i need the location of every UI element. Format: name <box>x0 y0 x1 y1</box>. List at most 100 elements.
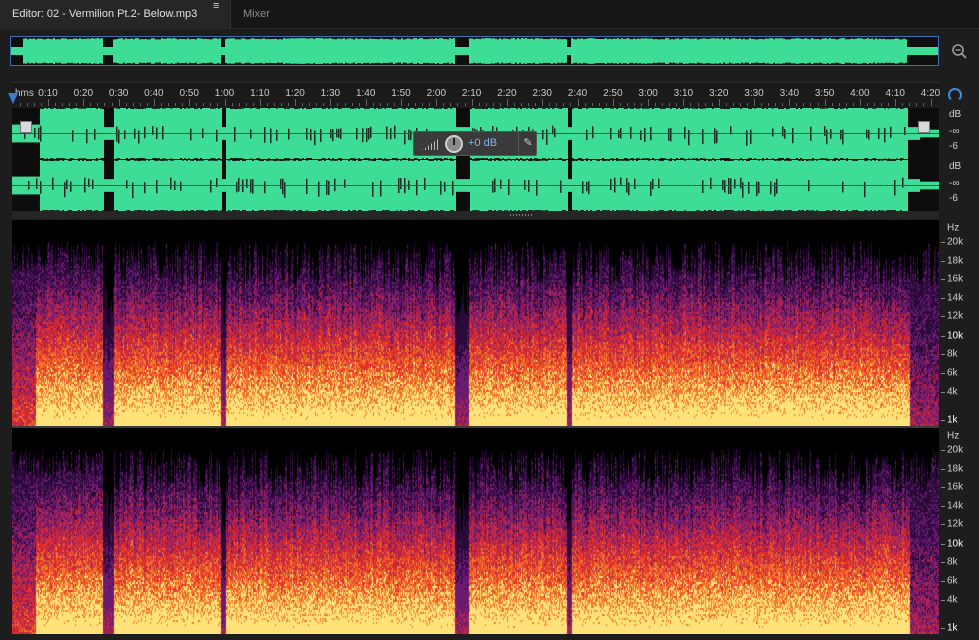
spectral-display-left[interactable] <box>12 220 939 426</box>
ruler-tick <box>789 99 791 106</box>
waveform-gap <box>938 189 940 211</box>
waveform-gap <box>162 108 164 109</box>
waveform-gap <box>900 108 902 109</box>
overview-gap <box>601 62 603 65</box>
waveform-gap <box>50 108 52 109</box>
waveform-gap <box>354 158 356 159</box>
waveform-gap <box>866 108 868 109</box>
waveform-gap <box>408 160 410 161</box>
time-ruler[interactable]: hms 0:10 0:20 0:30 0:40 0:50 1:00 1:10 1:20 1:30… <box>11 82 940 106</box>
overview-gap <box>823 63 825 65</box>
gain-knob[interactable] <box>445 135 463 153</box>
waveform-gap <box>212 108 214 109</box>
pin-icon[interactable]: ✎ <box>518 132 537 155</box>
waveform-gap <box>738 160 740 161</box>
overview-gap <box>181 63 183 65</box>
overview-gap <box>251 63 253 65</box>
overview-gap <box>317 63 319 65</box>
waveform-gap <box>298 158 300 159</box>
hz-unit-label: Hz <box>947 222 960 234</box>
overview-gap <box>11 37 13 47</box>
waveform-gap <box>278 160 280 161</box>
overview-gap <box>537 63 539 65</box>
overview-gap <box>919 55 921 65</box>
overview-gap <box>607 37 609 40</box>
overview-gap <box>315 63 317 65</box>
overview-gap <box>89 63 91 65</box>
tab-menu-icon[interactable]: ≡ <box>213 0 219 12</box>
waveform-gap <box>170 158 172 159</box>
waveform-gap <box>46 158 48 159</box>
overview-gap <box>545 62 547 65</box>
overview-gap <box>715 63 717 65</box>
waveform-gap <box>892 160 894 161</box>
overview-gap <box>569 55 571 65</box>
waveform-gap <box>60 158 62 159</box>
waveform-transient <box>776 178 778 194</box>
tab-editor[interactable]: Editor: 02 - Vermilion Pt.2- Below.mp3 <box>0 0 231 29</box>
overview-gap <box>655 62 657 65</box>
divider-grip[interactable] <box>510 214 534 216</box>
overview-gap <box>705 37 707 39</box>
waveform-gap <box>476 108 478 109</box>
overview-gap <box>233 63 235 65</box>
overview-gap <box>137 37 139 39</box>
overview-gap <box>189 62 191 65</box>
overview-gap <box>119 37 121 39</box>
waveform-gap <box>460 160 462 180</box>
waveform-gap <box>70 158 72 159</box>
waveform-gap <box>838 160 840 161</box>
overview-gap <box>439 37 441 39</box>
overview-gap <box>143 62 145 65</box>
overview-gap <box>715 37 717 39</box>
overview-gap <box>475 37 477 39</box>
overview-gap <box>427 62 429 65</box>
overview-navigator[interactable] <box>10 36 939 66</box>
waveform-gap <box>116 160 118 162</box>
overview-gap <box>139 62 141 65</box>
overview-gap <box>285 63 287 65</box>
overview-gap <box>453 63 455 65</box>
overview-gap <box>575 37 577 40</box>
ruler-tick-label: 1:50 <box>391 88 411 99</box>
overview-gap <box>839 63 841 65</box>
waveform-gap <box>572 160 574 162</box>
waveform-gap <box>140 160 142 161</box>
overview-gap <box>455 55 457 65</box>
fade-out-handle[interactable] <box>918 121 930 133</box>
panel-divider[interactable] <box>12 211 939 219</box>
overview-gap <box>297 37 299 39</box>
waveform-gap <box>680 108 682 109</box>
overview-gap <box>115 37 117 40</box>
zoom-magnifier-icon[interactable] <box>950 42 968 60</box>
sync-icon[interactable] <box>948 88 962 102</box>
ruler-tick <box>697 103 699 106</box>
overview-gap <box>97 37 99 39</box>
waveform-gap <box>790 160 792 161</box>
playhead-marker[interactable] <box>8 93 18 104</box>
spectral-display-right[interactable] <box>12 428 939 634</box>
waveform-gap <box>632 158 634 159</box>
waveform-gap <box>696 160 698 161</box>
waveform-gap <box>184 108 186 109</box>
overview-gap <box>751 63 753 65</box>
waveform-gap <box>408 108 410 110</box>
waveform-gap <box>462 108 464 128</box>
db-scale-top: dB -∞ -6 <box>941 108 979 160</box>
overview-gap <box>153 63 155 65</box>
gain-hud[interactable]: +0 dB ✎ <box>413 131 537 156</box>
waveform-gap <box>134 160 136 161</box>
waveform-transient <box>710 177 712 190</box>
overview-gap <box>755 62 757 65</box>
overview-gap <box>669 37 671 40</box>
tab-mixer[interactable]: Mixer <box>243 0 270 29</box>
waveform-gap <box>704 160 706 161</box>
overview-gap <box>499 63 501 65</box>
overview-gap <box>359 37 361 39</box>
overview-gap <box>345 37 347 40</box>
waveform-gap <box>576 160 578 162</box>
waveform-display[interactable] <box>12 108 940 211</box>
waveform-gap <box>806 160 808 162</box>
fade-in-handle[interactable] <box>20 121 32 133</box>
overview-gap <box>213 37 215 39</box>
